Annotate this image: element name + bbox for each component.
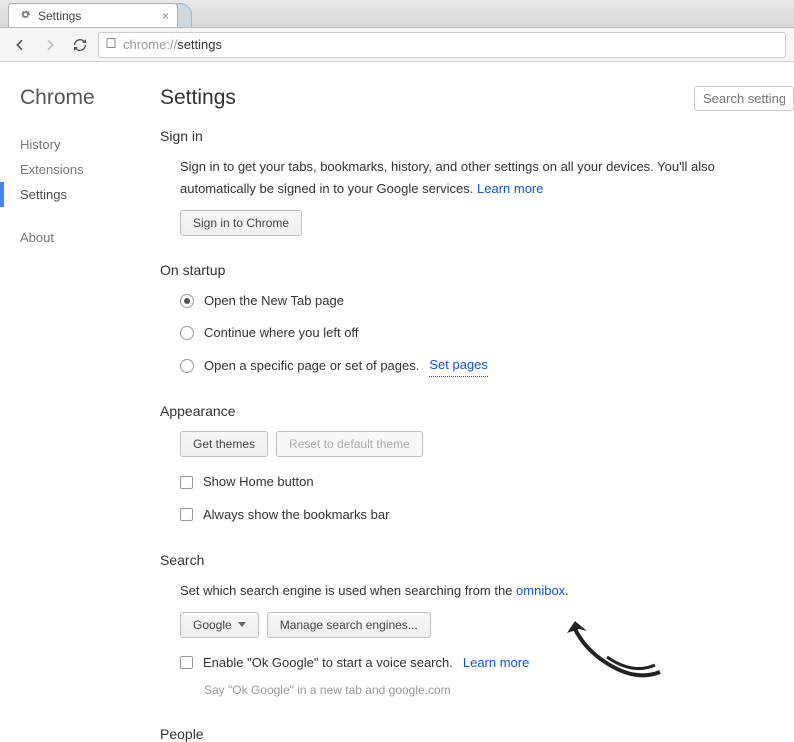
page-title: Settings xyxy=(160,86,236,110)
section-title-search: Search xyxy=(160,552,784,568)
startup-radio-specific[interactable]: Open a specific page or set of pages. Se… xyxy=(180,354,784,377)
search-engine-dropdown[interactable]: Google xyxy=(180,612,259,638)
sidebar-title: Chrome xyxy=(20,86,150,110)
tab-bar: Settings × xyxy=(0,0,794,28)
startup-radio-continue[interactable]: Continue where you left off xyxy=(180,322,784,344)
show-bookmarks-checkbox[interactable]: Always show the bookmarks bar xyxy=(180,504,784,526)
browser-tab[interactable]: Settings × xyxy=(8,3,178,27)
signin-body: Sign in to get your tabs, bookmarks, his… xyxy=(180,159,715,196)
close-icon[interactable]: × xyxy=(162,9,169,23)
radio-label: Open the New Tab page xyxy=(204,290,344,312)
back-button[interactable] xyxy=(8,33,32,57)
ok-google-hint: Say "Ok Google" in a new tab and google.… xyxy=(204,680,784,700)
checkbox-label: Show Home button xyxy=(203,471,314,493)
section-appearance: Appearance Get themes Reset to default t… xyxy=(160,403,784,525)
show-home-checkbox[interactable]: Show Home button xyxy=(180,471,784,493)
sidebar-item-history[interactable]: History xyxy=(20,132,150,157)
section-search: Search Set which search engine is used w… xyxy=(160,552,784,701)
section-people: People xyxy=(160,726,784,742)
reload-button[interactable] xyxy=(68,33,92,57)
tab-title: Settings xyxy=(38,9,81,23)
section-startup: On startup Open the New Tab page Continu… xyxy=(160,262,784,377)
get-themes-button[interactable]: Get themes xyxy=(180,431,268,457)
search-settings-input[interactable] xyxy=(694,86,794,111)
reset-theme-button[interactable]: Reset to default theme xyxy=(276,431,423,457)
section-title-appearance: Appearance xyxy=(160,403,784,419)
manage-search-engines-button[interactable]: Manage search engines... xyxy=(267,612,431,638)
nav-bar: chrome://settings xyxy=(0,28,794,62)
ok-google-learn-more-link[interactable]: Learn more xyxy=(463,652,529,674)
checkbox-icon xyxy=(180,476,193,489)
radio-label: Open a specific page or set of pages. xyxy=(204,355,419,377)
signin-learn-more-link[interactable]: Learn more xyxy=(477,181,543,196)
set-pages-link[interactable]: Set pages xyxy=(429,354,488,377)
signin-button[interactable]: Sign in to Chrome xyxy=(180,210,302,236)
checkbox-label: Always show the bookmarks bar xyxy=(203,504,389,526)
gear-icon xyxy=(19,8,32,24)
section-title-startup: On startup xyxy=(160,262,784,278)
checkbox-icon xyxy=(180,656,193,669)
checkbox-icon xyxy=(180,508,193,521)
forward-button[interactable] xyxy=(38,33,62,57)
sidebar-item-about[interactable]: About xyxy=(20,225,150,250)
sidebar-item-settings[interactable]: Settings xyxy=(0,182,150,207)
sidebar-item-extensions[interactable]: Extensions xyxy=(20,157,150,182)
main-content: Chrome History Extensions Settings About… xyxy=(0,62,794,686)
section-title-signin: Sign in xyxy=(160,128,784,144)
settings-content: Settings Sign in Sign in to get your tab… xyxy=(150,62,794,686)
radio-icon xyxy=(180,294,194,308)
search-body: Set which search engine is used when sea… xyxy=(180,583,516,598)
page-icon xyxy=(105,37,117,52)
radio-icon xyxy=(180,359,194,373)
omnibox-link[interactable]: omnibox xyxy=(516,583,565,598)
new-tab-button[interactable] xyxy=(176,3,192,27)
ok-google-checkbox[interactable]: Enable "Ok Google" to start a voice sear… xyxy=(180,652,784,674)
radio-label: Continue where you left off xyxy=(204,322,358,344)
startup-radio-newtab[interactable]: Open the New Tab page xyxy=(180,290,784,312)
url-text: chrome://settings xyxy=(123,37,222,52)
url-bar[interactable]: chrome://settings xyxy=(98,32,786,58)
section-title-people: People xyxy=(160,726,784,742)
checkbox-label: Enable "Ok Google" to start a voice sear… xyxy=(203,652,453,674)
sidebar: Chrome History Extensions Settings About xyxy=(0,62,150,686)
radio-icon xyxy=(180,326,194,340)
section-signin: Sign in Sign in to get your tabs, bookma… xyxy=(160,128,784,236)
